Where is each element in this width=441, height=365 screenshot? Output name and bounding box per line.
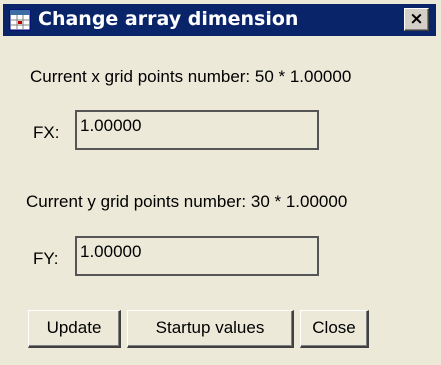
grid-table-icon (9, 9, 31, 31)
x-grid-points-label: Current x grid points number: 50 * 1.000… (30, 67, 352, 86)
startup-values-button[interactable]: Startup values (127, 310, 294, 348)
close-window-button[interactable]: × (404, 8, 429, 31)
y-grid-points-label: Current y grid points number: 30 * 1.000… (26, 192, 348, 211)
window-title: Change array dimension (38, 8, 299, 30)
update-button[interactable]: Update (28, 310, 121, 348)
close-x-icon: × (409, 9, 424, 29)
fx-input[interactable]: 1.00000 (75, 110, 319, 150)
fy-input[interactable]: 1.00000 (75, 236, 319, 276)
title-bar[interactable]: Change array dimension × (3, 4, 436, 36)
dialog-window: Change array dimension × Current x grid … (0, 0, 441, 365)
fy-label: FY: (33, 249, 59, 268)
close-button[interactable]: Close (300, 310, 369, 348)
fx-label: FX: (33, 123, 60, 142)
